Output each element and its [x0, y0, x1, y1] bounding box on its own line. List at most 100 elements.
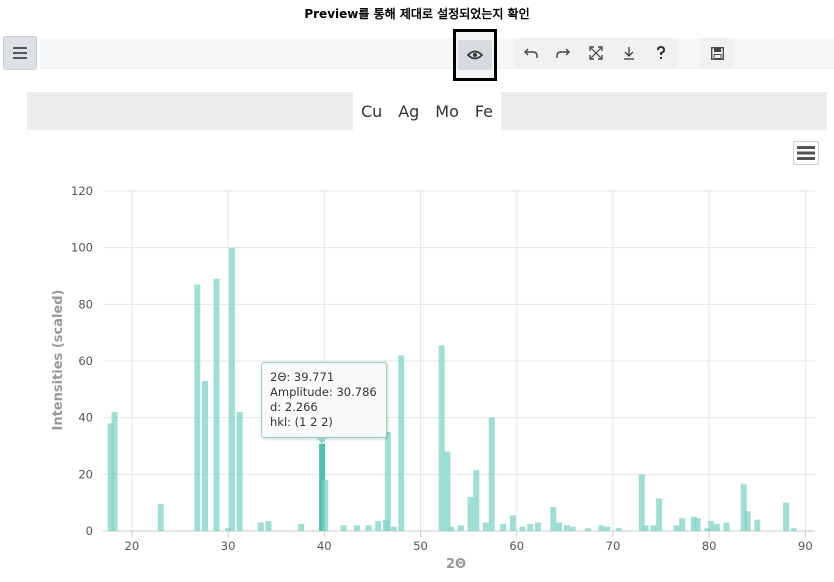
target-mo-button[interactable]: Mo [433, 102, 461, 121]
redo-button[interactable] [548, 38, 578, 68]
diffraction-peak-bar [783, 502, 790, 531]
diffraction-peak-bar [642, 525, 649, 531]
menu-button[interactable] [3, 36, 37, 70]
chart-context-menu-button[interactable] [793, 141, 819, 165]
target-ag-button[interactable]: Ag [396, 102, 421, 121]
diffraction-peak-bar [519, 526, 526, 531]
diffraction-peak-bar [488, 417, 495, 531]
x-tick-label: 90 [798, 539, 813, 553]
diffraction-peak-bar [322, 480, 329, 531]
chart-grid [103, 190, 815, 532]
undo-icon [524, 48, 538, 58]
diffraction-peak-bar [527, 523, 534, 531]
diffraction-peak-bar [257, 522, 264, 531]
save-icon [710, 46, 724, 60]
x-tick-label: 80 [702, 539, 717, 553]
diffraction-peak-bar [236, 412, 243, 531]
diffraction-peak-bar [482, 522, 489, 531]
x-tick-label: 60 [509, 539, 524, 553]
preview-button[interactable] [453, 29, 497, 81]
download-icon [624, 47, 634, 60]
diffraction-peak-bar [228, 247, 235, 531]
diffraction-peak-bar [534, 522, 541, 531]
diffraction-peak-bar [265, 521, 272, 531]
tooltip-2theta: 2Θ: 39.771 [270, 370, 335, 384]
redo-icon [556, 48, 570, 58]
diffraction-peak-bar [615, 528, 622, 531]
diffraction-peak-bar [563, 525, 570, 531]
eye-icon [467, 50, 483, 60]
chart-bars [107, 247, 797, 531]
diffraction-peak-bar [500, 523, 507, 531]
diffraction-peak-bar [375, 521, 382, 531]
y-tick-label: 80 [78, 297, 93, 311]
diffraction-peak-bar [438, 345, 445, 531]
target-cu-button[interactable]: Cu [359, 102, 384, 121]
diffraction-peak-bar [723, 522, 730, 531]
diffraction-peak-bar [569, 526, 576, 531]
diffraction-peak-bar [213, 278, 220, 531]
tooltip-amplitude: Amplitude: 30.786 [270, 385, 377, 399]
diffraction-peak-bar [473, 470, 480, 531]
diffraction-peak-bar [744, 511, 751, 531]
x-tick-label: 40 [317, 539, 332, 553]
diffraction-peak-bar [201, 380, 208, 531]
fullscreen-button[interactable] [581, 38, 611, 68]
y-tick-label: 120 [71, 184, 93, 198]
tooltip-hkl: hkl: (1 2 2) [270, 415, 333, 429]
x-axis-label: 2Θ [446, 557, 466, 572]
diffraction-peak-bar [354, 525, 361, 531]
preview-button-inner [458, 40, 492, 70]
diffraction-peak-bar [365, 525, 372, 531]
diffraction-peak-bar [194, 284, 201, 531]
diffraction-peak-bar [584, 528, 591, 531]
diffraction-peak-bar [713, 523, 720, 531]
diffraction-peak-bar [298, 523, 305, 531]
diffraction-peak-bar [650, 525, 657, 531]
diffraction-peak-bar [448, 526, 455, 531]
x-tick-label: 30 [221, 539, 236, 553]
y-tick-label: 40 [78, 411, 93, 425]
hamburger-icon [13, 47, 27, 59]
diffraction-peak-bar [550, 506, 557, 531]
target-selector: Cu Ag Mo Fe [353, 92, 501, 130]
x-tick-label: 20 [125, 539, 140, 553]
diffraction-peak-bar [754, 519, 761, 531]
hamburger-icon [797, 146, 815, 160]
data-tooltip: 2Θ: 39.771 Amplitude: 30.786 d: 2.266 hk… [261, 362, 387, 438]
diffraction-peak-bar [457, 525, 464, 531]
diffraction-peak-bar [384, 431, 391, 531]
tooltip-d-spacing: d: 2.266 [270, 400, 318, 414]
tooltip-pointer [316, 437, 328, 444]
y-tick-label: 60 [78, 354, 93, 368]
xrd-bar-chart: 0 20 40 60 80 100 120 20 30 40 50 60 70 80 90 Intensit… [51, 184, 815, 572]
diffraction-peak-bar [638, 474, 645, 531]
undo-button[interactable] [516, 38, 546, 68]
diffraction-peak-bar [398, 355, 405, 531]
diffraction-peak-bar [673, 525, 680, 531]
diffraction-peak-bar [708, 521, 715, 531]
help-button[interactable] [646, 38, 676, 68]
diffraction-peak-bar [604, 526, 611, 531]
diffraction-peak-bar [656, 498, 663, 531]
diffraction-peak-bar [467, 497, 474, 531]
y-tick-label: 100 [71, 241, 93, 255]
fullscreen-icon [589, 46, 603, 60]
diffraction-peak-bar [694, 518, 701, 531]
diffraction-peak-bar [509, 515, 516, 531]
x-tick-label: 70 [606, 539, 621, 553]
diffraction-peak-bar [390, 526, 397, 531]
diffraction-peak-bar [790, 528, 797, 531]
diffraction-peak-bar [340, 525, 347, 531]
target-fe-button[interactable]: Fe [473, 102, 495, 121]
y-axis-label: Intensities (scaled) [51, 289, 66, 430]
caption-text: Preview를 통해 제대로 설정되었는지 확인 [304, 7, 530, 21]
diffraction-peak-bar [444, 451, 451, 531]
diffraction-peak-bar [111, 412, 118, 531]
download-button[interactable] [614, 38, 644, 68]
save-button[interactable] [702, 38, 732, 68]
diffraction-peak-bar [679, 518, 686, 531]
x-tick-label: 50 [413, 539, 428, 553]
y-tick-label: 20 [78, 467, 93, 481]
help-icon [657, 46, 666, 59]
